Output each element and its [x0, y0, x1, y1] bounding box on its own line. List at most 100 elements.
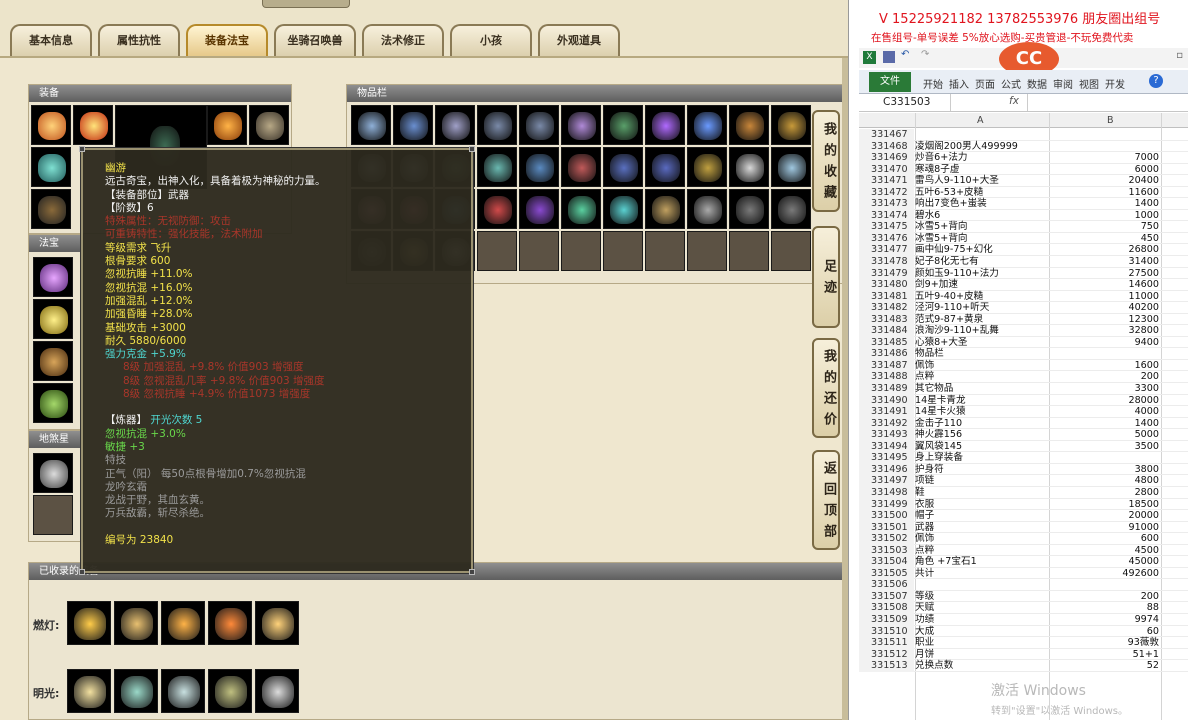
cell-b[interactable]: 31400 [1051, 256, 1161, 268]
cell-a[interactable]: 点粹 [915, 371, 1051, 383]
cell-b[interactable]: 11600 [1051, 187, 1161, 199]
cell-a[interactable]: 14星卡青龙 [915, 395, 1051, 407]
cell-b[interactable]: 5000 [1051, 429, 1161, 441]
row-number[interactable]: 331495 [859, 452, 914, 464]
collected-slot[interactable] [114, 601, 158, 645]
cell-b[interactable]: 1000 [1051, 210, 1161, 222]
ribbon-tab-view[interactable]: 视图 [1079, 76, 1099, 91]
cell-a[interactable]: 点粹 [915, 545, 1051, 557]
equip-slot-crown[interactable] [73, 105, 113, 145]
cell-a[interactable]: 兑换点数 [915, 660, 1051, 672]
cell-a[interactable]: 月饼 [915, 649, 1051, 661]
row-number[interactable]: 331476 [859, 232, 914, 245]
tab-basic-info[interactable]: 基本信息 [10, 24, 92, 56]
row-number[interactable]: 331475 [859, 221, 914, 233]
save-icon[interactable] [883, 51, 895, 63]
cell-a[interactable]: 项链 [915, 475, 1051, 487]
ribbon-tab-insert[interactable]: 插入 [949, 76, 969, 91]
tab-child[interactable]: 小孩 [450, 24, 532, 56]
treasure-slot-3[interactable] [33, 341, 73, 381]
cell-a[interactable]: 等级 [915, 591, 1051, 603]
cell-b[interactable]: 4500 [1051, 545, 1161, 557]
cell-b[interactable]: 450 [1051, 233, 1161, 245]
row-number[interactable]: 331512 [859, 648, 914, 661]
cell-b[interactable]: 20000 [1051, 510, 1161, 522]
collected-slot[interactable] [161, 601, 205, 645]
tab-appearance[interactable]: 外观道具 [538, 24, 620, 56]
cell-a[interactable]: 五叶6-53+皮糙 [915, 187, 1051, 199]
column-a-header[interactable]: A [977, 115, 984, 126]
help-icon[interactable]: ? [1149, 74, 1163, 88]
ground-soul-slot-1[interactable] [33, 453, 73, 493]
collected-slot[interactable] [255, 669, 299, 713]
cell-a[interactable]: 雷鸟人9-110+大圣 [915, 175, 1051, 187]
inventory-slot[interactable] [477, 189, 517, 229]
collected-slot[interactable] [255, 601, 299, 645]
row-number[interactable]: 331488 [859, 371, 914, 384]
row-number[interactable]: 331507 [859, 590, 914, 603]
row-number[interactable]: 331508 [859, 602, 914, 614]
cell-a[interactable]: 鞋 [915, 487, 1051, 499]
cell-b[interactable]: 60 [1051, 626, 1161, 638]
cell-b[interactable]: 32800 [1051, 325, 1161, 337]
row-number[interactable]: 331480 [859, 279, 914, 291]
cell-a[interactable]: 职业 [915, 637, 1051, 649]
row-number[interactable]: 331478 [859, 256, 914, 268]
collected-slot[interactable] [208, 601, 252, 645]
collected-slot[interactable] [161, 669, 205, 713]
cell-b[interactable]: 7000 [1051, 152, 1161, 164]
cell-a[interactable]: 衣服 [915, 499, 1051, 511]
cell-b[interactable]: 45000 [1051, 556, 1161, 568]
cell-b[interactable]: 1400 [1051, 418, 1161, 430]
cell-a[interactable]: 范式9-87+黄泉 [915, 314, 1051, 326]
collected-slot[interactable] [67, 601, 111, 645]
treasure-slot-4[interactable] [33, 383, 73, 423]
row-number[interactable]: 331494 [859, 440, 914, 453]
cell-b[interactable]: 9974 [1051, 614, 1161, 626]
cell-b[interactable]: 1600 [1051, 360, 1161, 372]
tab-equipment[interactable]: 装备法宝 [186, 24, 268, 56]
inventory-slot[interactable] [519, 105, 559, 145]
equip-slot-armor[interactable] [207, 105, 247, 145]
cell-a[interactable]: 佩饰 [915, 360, 1051, 372]
my-bargain-button[interactable]: 我的还价 [812, 338, 840, 438]
inventory-slot[interactable] [771, 231, 811, 271]
cell-b[interactable]: 18500 [1051, 499, 1161, 511]
row-number[interactable]: 331483 [859, 313, 914, 326]
row-number[interactable]: 331492 [859, 417, 914, 430]
treasure-slot-2[interactable] [33, 299, 73, 339]
cell-b[interactable]: 52 [1051, 660, 1161, 672]
row-number[interactable]: 331481 [859, 290, 914, 303]
cell-b[interactable]: 1400 [1051, 198, 1161, 210]
row-number[interactable]: 331510 [859, 625, 914, 638]
row-number[interactable]: 331506 [859, 579, 914, 591]
row-number[interactable]: 331496 [859, 463, 914, 476]
cell-b[interactable]: 88 [1051, 602, 1161, 614]
cell-a[interactable]: 护身符 [915, 464, 1051, 476]
cell-b[interactable]: 492600 [1051, 568, 1161, 580]
cell-a[interactable]: 泾河9-110+听天 [915, 302, 1051, 314]
inventory-slot[interactable] [519, 147, 559, 187]
tab-spells[interactable]: 法术修正 [362, 24, 444, 56]
row-number[interactable]: 331500 [859, 510, 914, 522]
treasure-slot-1[interactable] [33, 257, 73, 297]
row-number[interactable]: 331474 [859, 209, 914, 222]
cell-b[interactable]: 4800 [1051, 475, 1161, 487]
row-number[interactable]: 331467 [859, 129, 914, 141]
inventory-slot[interactable] [645, 147, 685, 187]
cell-a[interactable]: 佩饰 [915, 533, 1051, 545]
cell-a[interactable]: 妃子8化无七有 [915, 256, 1051, 268]
cell-a[interactable]: 大成 [915, 626, 1051, 638]
equip-slot-necklace[interactable] [31, 189, 71, 229]
row-number[interactable]: 331490 [859, 394, 914, 407]
my-favorites-button[interactable]: 我的收藏 [812, 110, 840, 212]
ground-soul-slot-2[interactable] [33, 495, 73, 535]
cell-b[interactable]: 6000 [1051, 164, 1161, 176]
inventory-slot[interactable] [561, 189, 601, 229]
cell-b[interactable]: 26800 [1051, 244, 1161, 256]
row-number[interactable]: 331479 [859, 267, 914, 280]
inventory-slot[interactable] [645, 105, 685, 145]
equip-slot-hat[interactable] [31, 105, 71, 145]
row-number[interactable]: 331505 [859, 567, 914, 580]
cell-a[interactable]: 碧水6 [915, 210, 1051, 222]
